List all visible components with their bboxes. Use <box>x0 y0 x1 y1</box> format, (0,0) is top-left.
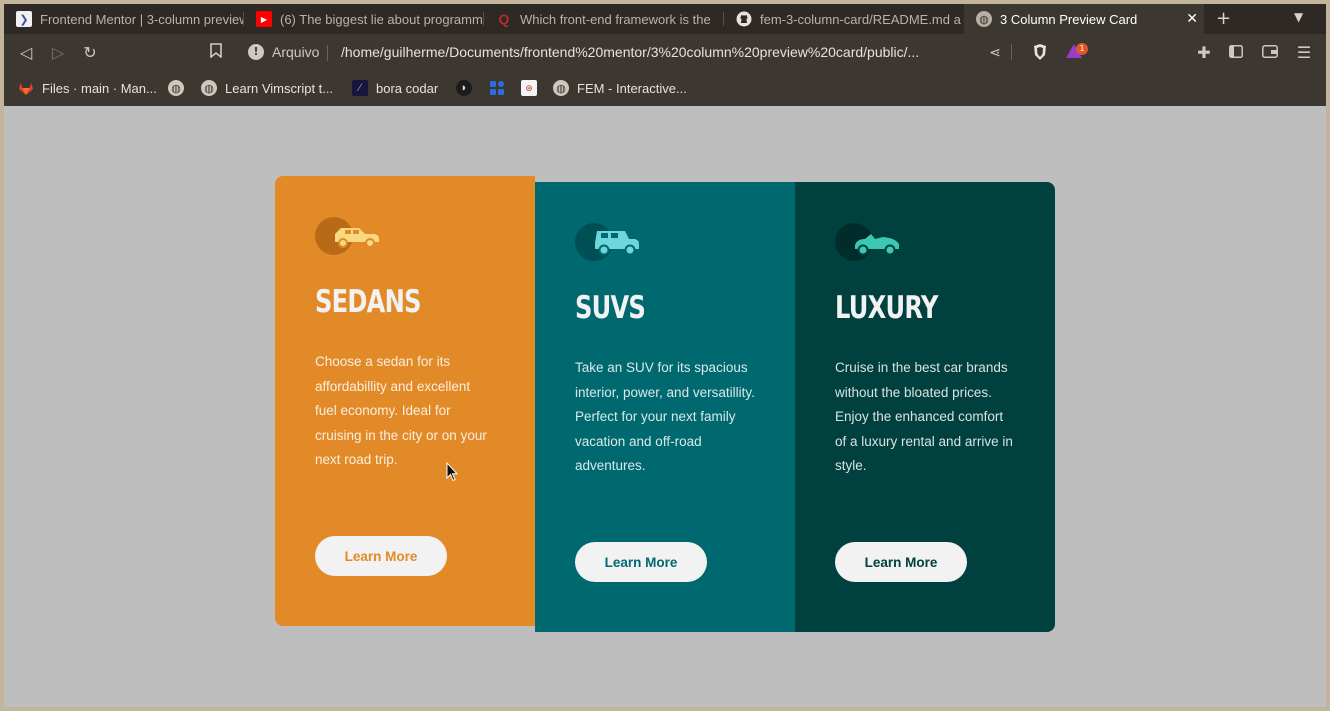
sedan-icon <box>315 215 381 257</box>
bora-codar-icon: ⁄ <box>352 80 368 96</box>
close-tab-icon[interactable]: ✕ <box>1186 10 1198 27</box>
bookmark-item[interactable]: ⊛ <box>521 80 545 96</box>
suv-icon <box>575 221 641 263</box>
browser-window: ❯ Frontend Mentor | 3-column preview ▶ (… <box>4 4 1326 707</box>
new-tab-icon[interactable]: + <box>1216 8 1231 29</box>
globe-icon: ◍ <box>976 11 992 27</box>
mouse-cursor-icon <box>446 461 459 486</box>
site-info-icon[interactable]: ! <box>248 44 264 60</box>
bookmarks-bar: Files · main · Man... ◍ ◍ Learn Vimscrip… <box>4 72 1326 106</box>
page-viewport: SEDANS Choose a sedan for its affordabil… <box>4 106 1326 707</box>
bookmark-icon[interactable] <box>206 43 226 63</box>
tab-quora[interactable]: Q Which front-end framework is the <box>484 4 724 34</box>
sidebar-icon[interactable] <box>1226 43 1246 63</box>
brave-shields-icon[interactable] <box>1030 43 1050 66</box>
card-suvs: SUVS Take an SUV for its spacious interi… <box>535 182 795 632</box>
extensions-icon[interactable]: ✚ <box>1194 43 1214 63</box>
globe-icon: ◍ <box>553 80 569 96</box>
share-icon[interactable]: ⋖ <box>985 43 1005 63</box>
bookmark-item[interactable]: Files · main · Man... <box>18 80 157 96</box>
address-separator <box>327 45 328 61</box>
learn-more-button[interactable]: Learn More <box>835 542 967 582</box>
card-luxury: LUXURY Cruise in the best car brands wit… <box>795 182 1055 632</box>
bookmark-item[interactable] <box>489 80 513 96</box>
bookmark-item[interactable]: ◍ Learn Vimscript t... <box>201 80 333 96</box>
tab-title: fem-3-column-card/README.md a <box>760 11 961 27</box>
tab-frontend-mentor[interactable]: ❯ Frontend Mentor | 3-column preview <box>4 4 244 34</box>
tab-github[interactable]: fem-3-column-card/README.md a <box>724 4 964 34</box>
address-bar[interactable]: /home/guilherme/Documents/frontend%20men… <box>341 44 981 60</box>
apps-icon <box>489 80 505 96</box>
github-icon <box>736 11 752 27</box>
toolbar-separator <box>1011 44 1012 60</box>
back-icon[interactable]: ◁ <box>16 43 36 63</box>
card-title: LUXURY <box>835 290 938 326</box>
chevron-down-icon[interactable]: ▼ <box>1294 10 1303 24</box>
tab-youtube[interactable]: ▶ (6) The biggest lie about programming <box>244 4 484 34</box>
card-description: Cruise in the best car brands without th… <box>835 360 1013 473</box>
forward-icon[interactable]: ▷ <box>48 43 68 63</box>
bookmark-label: Learn Vimscript t... <box>225 80 334 96</box>
notification-badge: 1 <box>1076 43 1088 55</box>
gitlab-icon <box>18 80 34 96</box>
card-sedans: SEDANS Choose a sedan for its affordabil… <box>275 176 535 626</box>
menu-icon[interactable]: ☰ <box>1294 43 1314 63</box>
tab-3-column-preview-card[interactable]: ◍ 3 Column Preview Card ✕ <box>964 4 1204 34</box>
tab-title: Which front-end framework is the <box>520 11 711 27</box>
learn-more-button[interactable]: Learn More <box>575 542 707 582</box>
frontend-mentor-icon: ❯ <box>16 11 32 27</box>
tab-title: 3 Column Preview Card <box>1000 11 1138 27</box>
card-description: Take an SUV for its spacious interior, p… <box>575 360 755 473</box>
reload-icon[interactable]: ↻ <box>80 43 100 63</box>
card-description: Choose a sedan for its affordabillity an… <box>315 354 487 467</box>
bookmark-item[interactable]: ⁄ bora codar <box>352 80 438 96</box>
globe-icon: ◍ <box>168 80 184 96</box>
cards-container: SEDANS Choose a sedan for its affordabil… <box>275 176 1055 632</box>
globe-icon: ◍ <box>201 80 217 96</box>
bookmark-label: Files · main · Man... <box>42 80 157 96</box>
tab-strip: ❯ Frontend Mentor | 3-column preview ▶ (… <box>4 4 1326 34</box>
toolbar: ◁ ▷ ↻ ! Arquivo /home/guilherme/Document… <box>4 34 1326 72</box>
luxury-car-icon <box>835 221 901 263</box>
tab-title: Frontend Mentor | 3-column preview <box>40 11 244 27</box>
bookmark-item[interactable]: ◍ <box>168 80 192 96</box>
bookmark-label: bora codar <box>376 80 439 96</box>
shield-icon: ◗ <box>456 80 472 96</box>
bookmark-item[interactable]: ◍ FEM - Interactive... <box>553 80 687 96</box>
bookmark-label: FEM - Interactive... <box>577 80 687 96</box>
youtube-icon: ▶ <box>256 11 272 27</box>
address-scheme-label: Arquivo <box>272 44 320 60</box>
bookmark-item[interactable]: ◗ <box>456 80 480 96</box>
quora-icon: Q <box>498 11 510 27</box>
card-title: SEDANS <box>315 284 421 320</box>
bookmark-site-icon: ⊛ <box>521 80 537 96</box>
tab-title: (6) The biggest lie about programming <box>280 11 484 27</box>
learn-more-button[interactable]: Learn More <box>315 536 447 576</box>
wallet-icon[interactable] <box>1260 43 1280 63</box>
card-title: SUVS <box>575 290 646 326</box>
